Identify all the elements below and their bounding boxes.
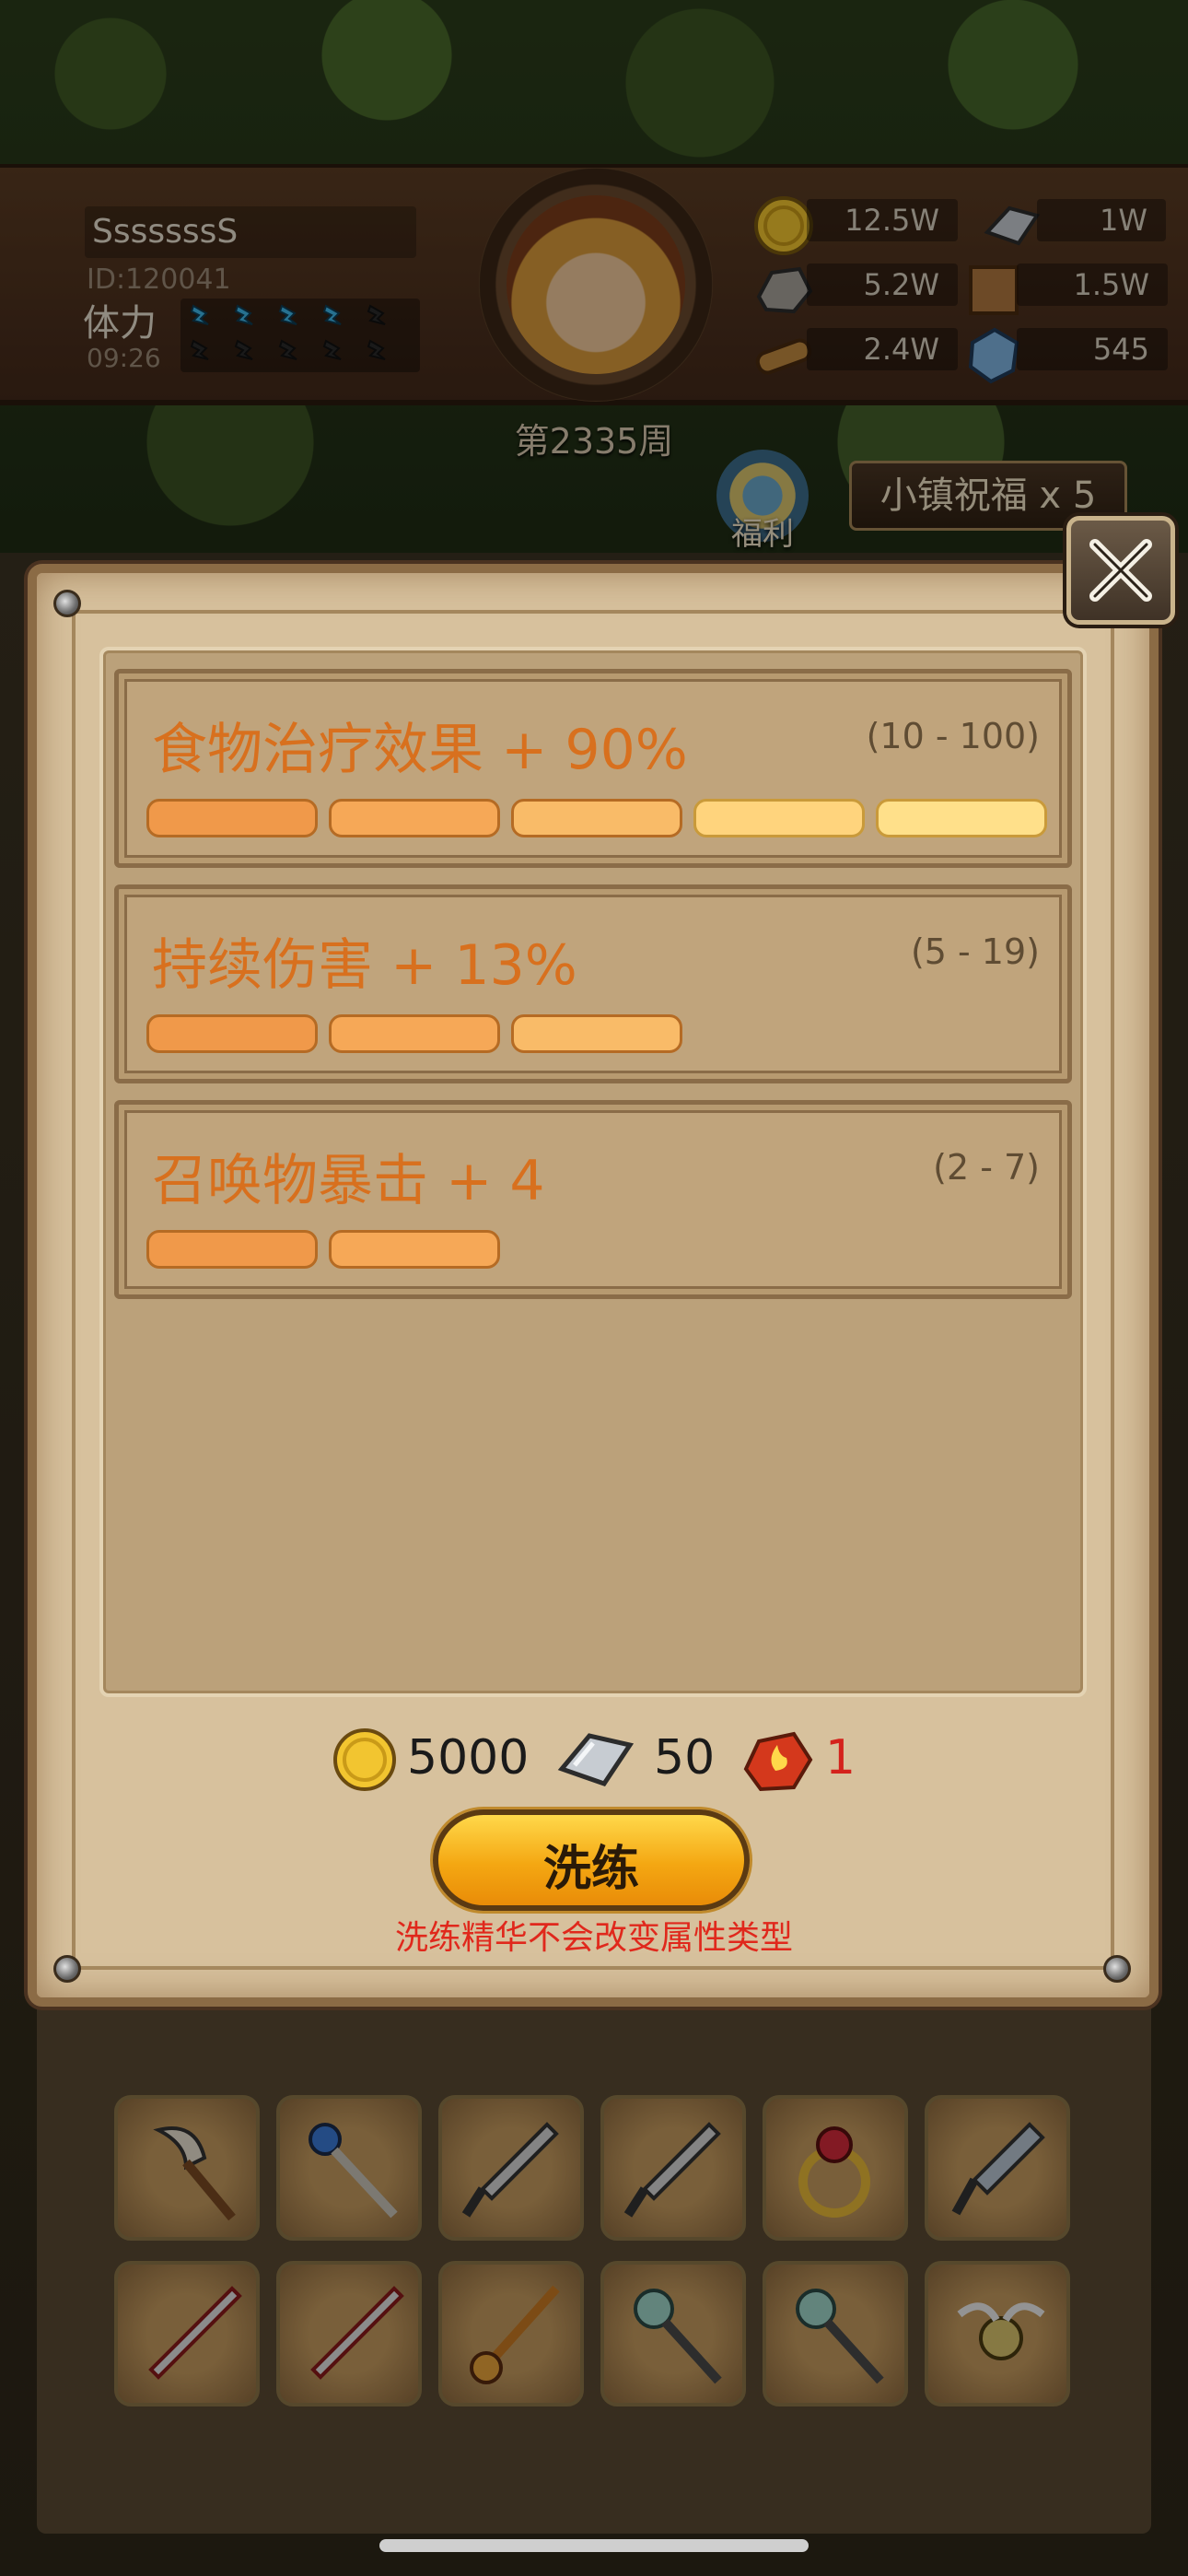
cost-iron-value: 50: [654, 1730, 716, 1786]
gold-coin-icon: [333, 1728, 396, 1791]
iron-ingot-icon: [557, 1733, 635, 1786]
home-indicator[interactable]: [379, 2539, 809, 2552]
attribute-level-segment: [693, 799, 865, 837]
attribute-level-segment: [146, 799, 318, 837]
cost-essence-value: 1: [825, 1730, 856, 1786]
close-icon: [1089, 539, 1152, 602]
attribute-name: 持续伤害 + 13%: [152, 933, 577, 998]
attribute-range: (2 - 7): [933, 1147, 1040, 1188]
attribute-card: 持续伤害 + 13% (5 - 19): [114, 884, 1072, 1083]
fire-essence-icon: [743, 1731, 813, 1792]
attribute-card: 食物治疗效果 + 90% (10 - 100): [114, 669, 1072, 868]
close-button[interactable]: [1066, 516, 1175, 625]
attribute-range: (5 - 19): [910, 931, 1040, 972]
attribute-level-segment: [329, 1014, 500, 1053]
attribute-name: 食物治疗效果 + 90%: [152, 718, 688, 782]
rivet-icon: [53, 1955, 81, 1983]
attribute-level-segment: [876, 799, 1047, 837]
refine-button-label: 洗练: [542, 1842, 639, 1897]
attribute-level-segment: [329, 799, 500, 837]
rivet-icon: [53, 590, 81, 617]
refine-cost-row: 5000 50 1: [0, 1723, 1188, 1797]
cost-gold-value: 5000: [407, 1730, 530, 1786]
attribute-level-segment: [511, 1014, 682, 1053]
cost-iron: 50: [556, 1723, 722, 1797]
cost-essence: 1: [739, 1723, 858, 1797]
rivet-icon: [1103, 1955, 1131, 1983]
refine-hint: 洗练精华不会改变属性类型: [394, 1919, 793, 1957]
refine-button[interactable]: 洗练: [433, 1809, 750, 1911]
attribute-name: 召唤物暴击 + 4: [152, 1149, 545, 1213]
attribute-range: (10 - 100): [866, 716, 1040, 756]
cost-gold: 5000: [332, 1723, 529, 1797]
attribute-card: 召唤物暴击 + 4 (2 - 7): [114, 1100, 1072, 1299]
attribute-level-segment: [511, 799, 682, 837]
attribute-level-segment: [329, 1230, 500, 1269]
attribute-level-segment: [146, 1230, 318, 1269]
attribute-level-segment: [146, 1014, 318, 1053]
